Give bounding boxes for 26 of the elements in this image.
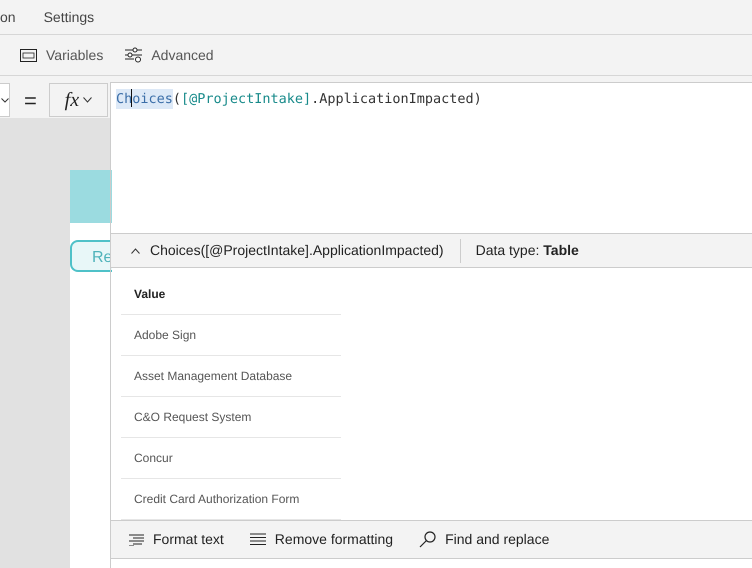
app-header (70, 170, 112, 223)
menu-item[interactable]: on (0, 6, 16, 28)
result-toggle[interactable]: Choices([@ProjectIntake].ApplicationImpacted) (125, 238, 461, 262)
equals-sign: = (24, 86, 37, 114)
sliders-icon (125, 47, 142, 63)
action-button[interactable]: Find and replace (419, 529, 550, 550)
table-cell: Adobe Sign (121, 315, 341, 356)
property-dropdown[interactable] (0, 83, 10, 117)
search-icon (419, 531, 436, 548)
toolbar-button[interactable]: Variables (20, 44, 104, 66)
table-cell: Concur (121, 438, 341, 479)
action-button[interactable]: Format text (129, 529, 224, 550)
chevron-down-icon (83, 97, 92, 103)
action-button[interactable]: Remove formatting (250, 529, 394, 550)
chevron-up-icon (131, 248, 140, 254)
format-text-icon (129, 534, 144, 546)
variables-icon (20, 48, 37, 62)
toolbar-button[interactable]: Advanced (125, 44, 214, 66)
menu-item[interactable]: Settings (44, 6, 94, 28)
chevron-down-icon (1, 98, 9, 102)
fx-button[interactable]: fx (48, 83, 108, 117)
table-cell: C&O Request System (121, 397, 341, 438)
lines-icon (250, 533, 266, 546)
table-cell: Asset Management Database (121, 356, 341, 397)
data-type-text: Data type: Table (474, 241, 579, 260)
column-header: Value (121, 274, 341, 315)
